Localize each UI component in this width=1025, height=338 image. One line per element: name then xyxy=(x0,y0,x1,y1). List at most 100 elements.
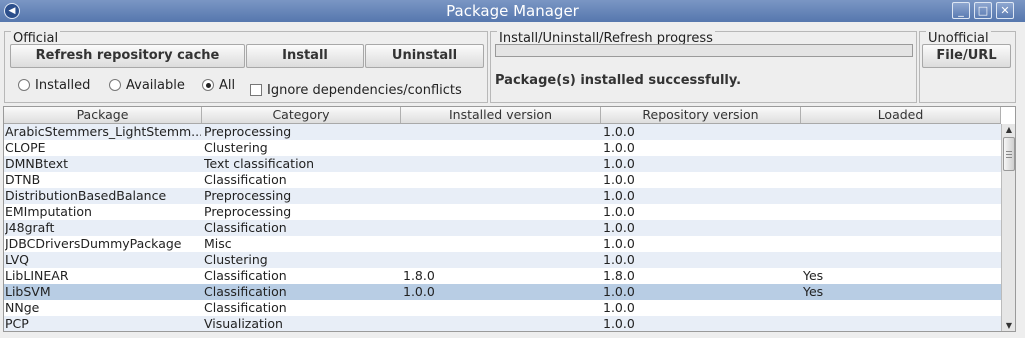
cell-category: Misc xyxy=(204,236,232,251)
table-body: ArabicStemmers_LightStemm... Preprocessin… xyxy=(4,124,1001,331)
cell-loaded xyxy=(803,124,999,140)
cell-loaded xyxy=(803,252,999,268)
cell-category: Visualization xyxy=(204,316,283,331)
cell-package: JDBCDriversDummyPackage xyxy=(5,236,182,251)
column-header-category[interactable]: Category xyxy=(202,107,401,123)
cell-repository-version: 1.0.0 xyxy=(603,284,635,299)
cell-installed-version xyxy=(403,204,599,220)
cell-package: ArabicStemmers_LightStemm... xyxy=(5,124,201,139)
cell-installed-version xyxy=(403,252,599,268)
maximize-button[interactable]: □ xyxy=(974,2,992,19)
cell-repository-version: 1.0.0 xyxy=(603,252,635,267)
ignore-dependencies-check-box[interactable] xyxy=(250,84,262,96)
cell-category: Clustering xyxy=(204,252,268,267)
table-row[interactable]: DTNB Classification 1.0.0 xyxy=(4,172,1001,188)
scroll-up-arrow-icon[interactable]: ▲ xyxy=(1002,124,1015,136)
cell-category: Clustering xyxy=(204,140,268,155)
radio-installed-indicator[interactable] xyxy=(18,79,30,91)
cell-loaded xyxy=(803,236,999,252)
progress-bar xyxy=(495,44,913,57)
cell-category: Text classification xyxy=(204,156,315,171)
cell-repository-version: 1.0.0 xyxy=(603,124,635,139)
cell-installed-version xyxy=(403,220,599,236)
cell-repository-version: 1.0.0 xyxy=(603,204,635,219)
cell-loaded xyxy=(803,300,999,316)
column-header-installed-version[interactable]: Installed version xyxy=(401,107,601,123)
vertical-scrollbar[interactable]: ▲ ▼ xyxy=(1001,124,1015,331)
table-row[interactable]: EMImputation Preprocessing 1.0.0 xyxy=(4,204,1001,220)
cell-category: Preprocessing xyxy=(204,188,292,203)
cell-package: DMNBtext xyxy=(5,156,69,171)
cell-package: DistributionBasedBalance xyxy=(5,188,167,203)
cell-package: EMImputation xyxy=(5,204,92,219)
cell-installed-version xyxy=(403,316,599,331)
cell-repository-version: 1.0.0 xyxy=(603,220,635,235)
close-button[interactable]: ✕ xyxy=(996,2,1014,19)
table-row[interactable]: PCP Visualization 1.0.0 xyxy=(4,316,1001,331)
column-header-package[interactable]: Package xyxy=(4,107,202,123)
cell-loaded xyxy=(803,220,999,236)
cell-installed-version xyxy=(403,140,599,156)
cell-loaded xyxy=(803,156,999,172)
table-header: Package Category Installed version Repos… xyxy=(4,107,1001,124)
cell-package: NNge xyxy=(5,300,40,315)
cell-package: LibSVM xyxy=(5,284,51,299)
cell-installed-version: 1.0.0 xyxy=(403,284,435,299)
title-bar[interactable]: ◀ Package Manager _ □ ✕ xyxy=(0,0,1025,22)
filter-available-label: Available xyxy=(126,77,185,93)
status-message: Package(s) installed successfully. xyxy=(495,73,742,88)
cell-category: Preprocessing xyxy=(204,124,292,139)
table-row[interactable]: LibLINEAR Classification 1.8.0 1.8.0 Yes xyxy=(4,268,1001,284)
cell-installed-version xyxy=(403,300,599,316)
table-row[interactable]: J48graft Classification 1.0.0 xyxy=(4,220,1001,236)
refresh-repository-cache-button[interactable]: Refresh repository cache xyxy=(10,44,245,68)
table-row[interactable]: JDBCDriversDummyPackage Misc 1.0.0 xyxy=(4,236,1001,252)
scroll-down-arrow-icon[interactable]: ▼ xyxy=(1002,320,1015,331)
file-url-button[interactable]: File/URL xyxy=(922,44,1011,68)
cell-loaded xyxy=(803,140,999,156)
table-row[interactable]: CLOPE Clustering 1.0.0 xyxy=(4,140,1001,156)
cell-loaded xyxy=(803,188,999,204)
cell-repository-version: 1.0.0 xyxy=(603,172,635,187)
radio-available-indicator[interactable] xyxy=(109,79,121,91)
cell-package: J48graft xyxy=(5,220,55,235)
table-row[interactable]: ArabicStemmers_LightStemm... Preprocessin… xyxy=(4,124,1001,140)
column-header-repository-version[interactable]: Repository version xyxy=(601,107,801,123)
cell-package: DTNB xyxy=(5,172,41,187)
table-row[interactable]: LibSVM Classification 1.0.0 1.0.0 Yes xyxy=(4,284,1001,300)
table-row[interactable]: DistributionBasedBalance Preprocessing 1.0… xyxy=(4,188,1001,204)
table-row[interactable]: DMNBtext Text classification 1.0.0 xyxy=(4,156,1001,172)
radio-all-indicator[interactable] xyxy=(202,79,214,91)
progress-group: Install/Uninstall/Refresh progress xyxy=(490,31,917,103)
ignore-dependencies-checkbox[interactable]: Ignore dependencies/conflicts xyxy=(250,82,462,98)
filter-installed-radio[interactable]: Installed xyxy=(18,77,90,93)
cell-package: LVQ xyxy=(5,252,29,267)
table-row[interactable]: NNge Classification 1.0.0 xyxy=(4,300,1001,316)
uninstall-button[interactable]: Uninstall xyxy=(365,44,484,68)
cell-loaded: Yes xyxy=(803,284,824,299)
minimize-button[interactable]: _ xyxy=(952,2,970,19)
cell-installed-version: 1.8.0 xyxy=(403,268,435,283)
filter-installed-label: Installed xyxy=(35,77,91,93)
table-row[interactable]: LVQ Clustering 1.0.0 xyxy=(4,252,1001,268)
filter-available-radio[interactable]: Available xyxy=(109,77,185,93)
cell-loaded xyxy=(803,204,999,220)
package-table: Package Category Installed version Repos… xyxy=(3,106,1016,332)
cell-category: Classification xyxy=(204,300,287,315)
ignore-dependencies-label: Ignore dependencies/conflicts xyxy=(267,82,462,98)
cell-installed-version xyxy=(403,172,599,188)
cell-repository-version: 1.0.0 xyxy=(603,316,635,331)
cell-category: Classification xyxy=(204,172,287,187)
filter-all-radio[interactable]: All xyxy=(202,77,235,93)
column-header-loaded[interactable]: Loaded xyxy=(801,107,1001,123)
cell-package: CLOPE xyxy=(5,140,46,155)
cell-installed-version xyxy=(403,156,599,172)
cell-repository-version: 1.0.0 xyxy=(603,300,635,315)
cell-loaded xyxy=(803,172,999,188)
cell-category: Classification xyxy=(204,220,287,235)
scrollbar-thumb[interactable] xyxy=(1003,137,1015,171)
install-button[interactable]: Install xyxy=(246,44,364,68)
cell-installed-version xyxy=(403,188,599,204)
cell-installed-version xyxy=(403,236,599,252)
cell-loaded xyxy=(803,316,999,331)
